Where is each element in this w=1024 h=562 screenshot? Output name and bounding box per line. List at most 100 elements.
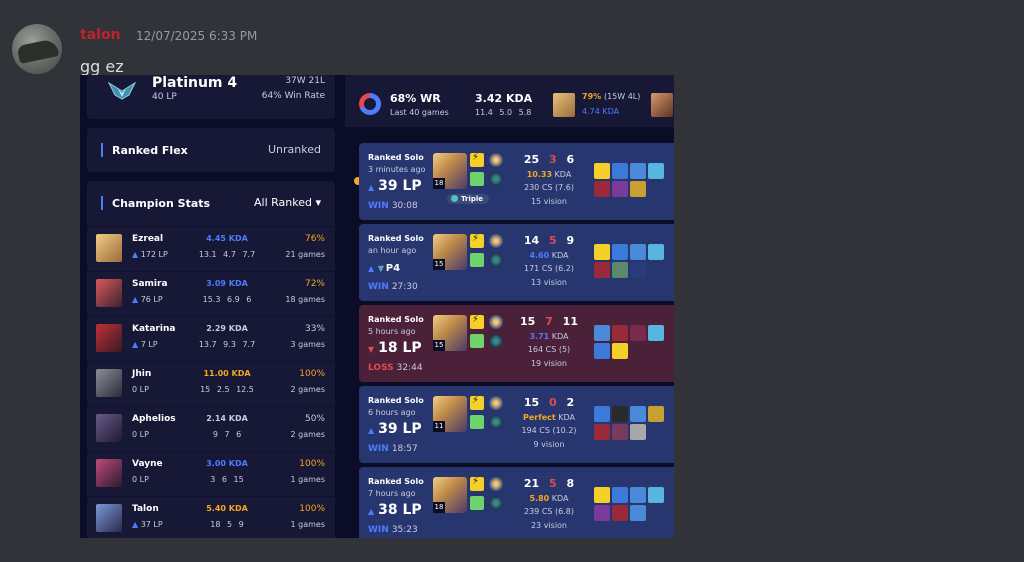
platinum-emblem-icon: ⩔ — [378, 263, 384, 274]
top-champion-portrait[interactable] — [553, 93, 575, 117]
ranked-flex-value: Unranked — [268, 143, 321, 156]
champion-row[interactable]: Jhin 0 LP 11.00 KDA 15 2.5 12.5 100% 2 g… — [87, 361, 335, 406]
champion-row[interactable]: Vayne 0 LP 3.00 KDA 3 6 15 100% 1 games — [87, 451, 335, 496]
champion-row[interactable]: Samira ▲ 76 LP 3.09 KDA 15.3 6.9 6 72% 1… — [87, 271, 335, 316]
champion-games: 2 games — [290, 430, 326, 439]
match-vision: 13 vision — [530, 278, 568, 287]
match-kda-ratio: 4.60 KDA — [529, 251, 569, 260]
message-text: gg ez — [80, 57, 124, 76]
item-icon — [648, 487, 664, 503]
match-queue: Ranked Solo — [368, 315, 424, 324]
champion-kda: 2.14 KDA — [206, 414, 248, 423]
heal-spell-icon — [470, 253, 484, 267]
keystone-rune-icon — [489, 396, 503, 410]
match-card[interactable]: Ranked Solo 3 minutes ago ▲ 39 LP WIN 30:0… — [359, 143, 674, 220]
flash-spell-icon — [470, 476, 484, 491]
solo-rank-name: Platinum 4 — [152, 75, 238, 91]
item-icon — [612, 424, 628, 440]
champion-winrate: 100% — [299, 369, 325, 379]
match-time-ago: 7 hours ago — [368, 489, 416, 498]
keystone-rune-icon — [489, 153, 503, 167]
secondary-rune-icon — [489, 253, 503, 267]
match-queue: Ranked Solo — [368, 153, 424, 162]
item-icon — [594, 343, 610, 359]
match-cs: 164 CS (5) — [527, 345, 571, 354]
arrow-up-icon: ▲ — [132, 250, 139, 259]
champion-stats-title: Champion Stats — [112, 197, 211, 210]
heal-spell-icon — [470, 415, 484, 429]
arrow-up-icon: ▲ — [368, 183, 375, 192]
item-icon — [630, 163, 646, 179]
champion-portrait — [96, 279, 122, 307]
item-icon — [612, 325, 628, 341]
champion-portrait — [96, 459, 122, 487]
flash-spell-icon — [470, 395, 484, 410]
item-icon — [594, 163, 610, 179]
champion-lp: ▲ 37 LP — [132, 520, 163, 529]
match-time-ago: 3 minutes ago — [368, 165, 426, 174]
item-icon — [594, 181, 610, 197]
champion-level: 15 — [433, 259, 445, 270]
attached-screenshot[interactable]: Platinum 4 40 LP 37W 21L 64% Win Rate Ra… — [80, 75, 674, 538]
flash-spell-icon — [470, 152, 484, 167]
champion-games: 1 games — [290, 520, 326, 529]
champion-row[interactable]: Ezreal ▲ 172 LP 4.45 KDA 13.1 4.7 7.7 76… — [87, 226, 335, 271]
champion-lp: 0 LP — [132, 385, 149, 394]
platinum-emblem-icon — [107, 81, 137, 100]
champion-kda: 4.45 KDA — [206, 234, 248, 243]
match-cs: 230 CS (7.6) — [524, 183, 574, 192]
match-kda-numbers: 15 7 11 — [520, 315, 578, 328]
match-card[interactable]: Ranked Solo an hour ago ▲ ⩔ P4 WIN 27:30 15… — [359, 224, 674, 301]
match-result: WIN 27:30 — [368, 282, 418, 292]
solo-rank-panel: Platinum 4 40 LP 37W 21L 64% Win Rate — [87, 75, 335, 119]
arrow-down-icon: ▼ — [368, 345, 375, 354]
champion-winrate: 100% — [299, 504, 325, 514]
match-lp-change: ▲ 38 LP — [368, 502, 422, 518]
match-kda-numbers: 15 0 2 — [523, 396, 575, 409]
user-avatar[interactable] — [12, 24, 62, 74]
champion-level: 18 — [433, 178, 445, 189]
item-icon — [648, 406, 664, 422]
match-card[interactable]: Ranked Solo 6 hours ago ▲ 39 LP WIN 18:57 … — [359, 386, 674, 463]
second-champion-portrait[interactable] — [651, 93, 673, 117]
match-result: WIN 30:08 — [368, 201, 418, 211]
match-lp-change: ▲ 39 LP — [368, 421, 422, 437]
champion-lp: ▲ 7 LP — [132, 340, 158, 349]
accent-bar — [101, 196, 103, 210]
champion-row[interactable]: Katarina ▲ 7 LP 2.29 KDA 13.7 9.3 7.7 33… — [87, 316, 335, 361]
heal-spell-icon — [470, 172, 484, 186]
username[interactable]: talon — [80, 27, 121, 43]
solo-winrate: 64% Win Rate — [261, 91, 325, 101]
match-card[interactable]: Ranked Solo 5 hours ago ▼ 18 LP LOSS 32:44… — [359, 305, 674, 382]
match-queue: Ranked Solo — [368, 234, 424, 243]
champion-row[interactable]: Talon ▲ 37 LP 5.40 KDA 18 5 9 100% 1 gam… — [87, 496, 335, 538]
keystone-rune-icon — [489, 234, 503, 248]
champion-avg-kda: 13.7 9.3 7.7 — [198, 340, 256, 349]
champion-portrait — [96, 369, 122, 397]
match-queue: Ranked Solo — [368, 477, 424, 486]
item-icon — [630, 424, 646, 440]
champion-name: Talon — [132, 504, 159, 514]
flash-spell-icon — [470, 233, 484, 248]
champion-portrait — [96, 324, 122, 352]
champion-lp: ▲ 172 LP — [132, 250, 168, 259]
champion-name: Jhin — [132, 369, 152, 379]
item-icon — [594, 325, 610, 341]
message-timestamp: 12/07/2025 6:33 PM — [136, 29, 258, 43]
item-icon — [648, 244, 664, 260]
match-cs: 171 CS (6.2) — [524, 264, 574, 273]
secondary-rune-icon — [489, 415, 503, 429]
item-icon — [648, 325, 664, 341]
champion-filter-dropdown[interactable]: All Ranked ▾ — [254, 196, 321, 209]
match-card[interactable]: Ranked Solo 7 hours ago ▲ 38 LP WIN 35:23 … — [359, 467, 674, 538]
ranked-flex-card: Ranked Flex Unranked — [87, 128, 335, 172]
item-icon — [612, 343, 628, 359]
flash-spell-icon — [470, 314, 484, 329]
item-icon — [612, 406, 628, 422]
match-vision: 19 vision — [530, 359, 568, 368]
champion-portrait — [96, 234, 122, 262]
champion-row[interactable]: Aphelios 0 LP 2.14 KDA 9 7 6 50% 2 games — [87, 406, 335, 451]
accent-bar — [101, 143, 103, 157]
match-kda-ratio: 10.33 KDA — [526, 170, 572, 179]
match-vision: 15 vision — [530, 197, 568, 206]
